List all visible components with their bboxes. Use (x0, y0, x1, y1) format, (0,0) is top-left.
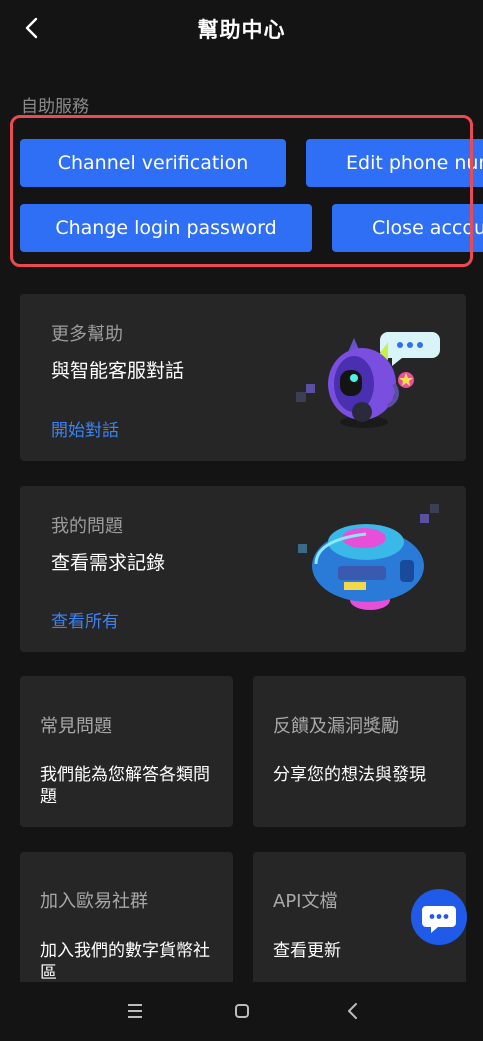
community-desc: 加入我們的數字貨幣社區 (40, 941, 210, 983)
help-center-screen: 幫助中心 自助服務 Channel verification Edit phon… (0, 0, 483, 1041)
more-help-title: 與智能客服對話 (51, 360, 185, 382)
my-issues-title: 查看需求記錄 (51, 552, 166, 574)
my-issues-card[interactable]: 我的問題 查看需求記錄 查看所有 (20, 486, 466, 652)
view-all-link[interactable]: 查看所有 (51, 607, 119, 632)
start-chat-link[interactable]: 開始對話 (51, 416, 119, 441)
community-title: 加入歐易社群 (40, 891, 148, 912)
chat-fab-button[interactable] (411, 889, 467, 945)
more-help-card[interactable]: 更多幫助 與智能客服對話 開始對話 (20, 294, 466, 461)
self-service-label: 自助服務 (21, 97, 89, 117)
nav-back-icon[interactable] (338, 996, 368, 1026)
feedback-card[interactable]: 反饋及漏洞獎勵 分享您的想法與發現 (253, 676, 466, 827)
header: 幫助中心 (0, 0, 483, 56)
channel-verification-label: Channel verification (57, 152, 249, 174)
api-docs-title: API文檔 (273, 891, 338, 912)
change-login-password-button[interactable]: Change login password (20, 204, 312, 252)
home-square-icon[interactable] (227, 996, 257, 1026)
menu-icon[interactable] (120, 996, 150, 1026)
faq-card[interactable]: 常見問題 我們能為您解答各類問題 (20, 676, 233, 827)
system-nav-bar (0, 982, 483, 1041)
my-issues-subtitle: 我的問題 (51, 516, 123, 537)
chat-bubble-icon (422, 906, 456, 933)
page-title: 幫助中心 (197, 18, 286, 42)
capsule-illustration (298, 504, 439, 610)
feedback-desc: 分享您的想法與發現 (273, 765, 426, 785)
edit-phone-number-label: Edit phone number (346, 152, 483, 174)
more-help-subtitle: 更多幫助 (51, 324, 123, 345)
community-card[interactable]: 加入歐易社群 加入我們的數字貨幣社區 (20, 852, 233, 992)
channel-verification-button[interactable]: Channel verification (20, 139, 286, 187)
edit-phone-number-button[interactable]: Edit phone number (306, 139, 483, 187)
faq-desc: 我們能為您解答各類問題 (40, 765, 210, 807)
faq-title: 常見問題 (40, 716, 112, 737)
robot-illustration (296, 332, 440, 428)
change-login-password-label: Change login password (55, 217, 277, 239)
feedback-title: 反饋及漏洞獎勵 (273, 716, 399, 737)
close-account-button[interactable]: Close account (332, 204, 483, 252)
close-account-label: Close account (372, 217, 483, 239)
